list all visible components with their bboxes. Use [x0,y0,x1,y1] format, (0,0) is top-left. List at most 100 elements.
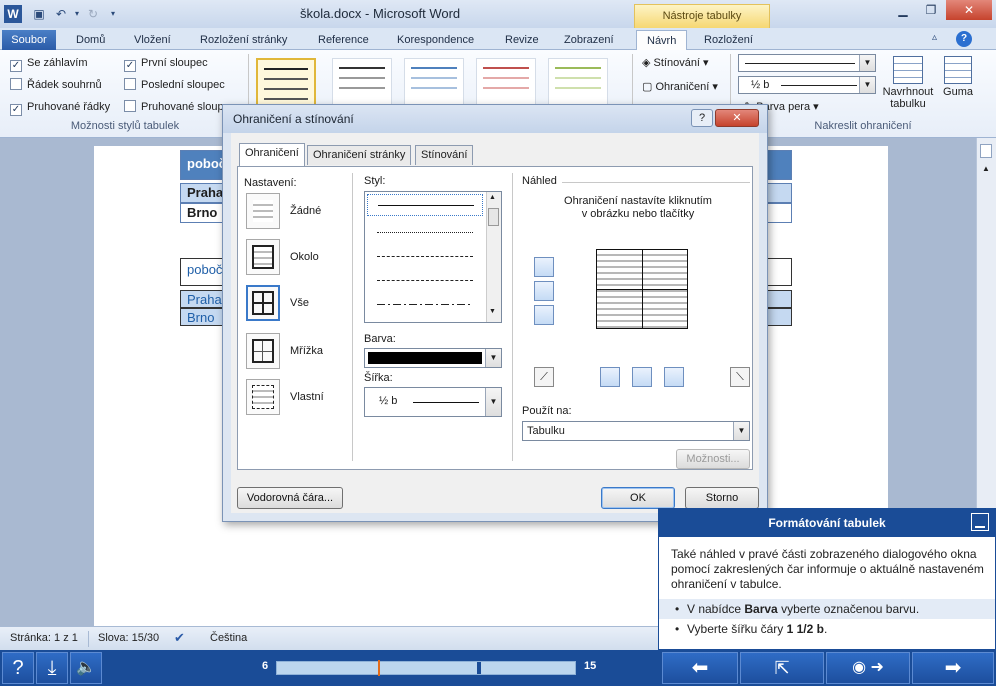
scroll-thumb[interactable] [488,208,499,226]
proofing-icon[interactable]: ✔ [174,630,185,646]
scroll-up-icon[interactable]: ▲ [489,194,496,201]
tab-references[interactable]: Reference [308,30,379,50]
ruler-toggle-icon[interactable] [980,144,992,158]
scroll-down-icon[interactable]: ▼ [489,308,496,315]
redo-icon[interactable]: ↻ [84,5,102,23]
line-style-option[interactable] [377,256,473,257]
checkbox-last-column[interactable]: Poslední sloupec [124,76,239,94]
checkbox-first-column[interactable]: ✓ První sloupec [124,54,239,72]
color-combo[interactable]: ▼ [364,348,502,368]
setting-box-box[interactable] [246,239,280,275]
line-style-list[interactable]: ▲ ▼ [364,191,502,323]
word-app-icon[interactable]: W [4,5,22,23]
ribbon-collapse-icon[interactable]: ▵ [932,32,937,43]
options-button[interactable]: Možnosti... [676,449,750,469]
setting-all-label[interactable]: Vše [290,297,309,309]
diagonal-down-border-icon[interactable]: ⟍ [730,367,750,387]
progress-bar[interactable] [276,660,576,676]
help-icon[interactable]: ? [956,31,972,47]
setting-box-label[interactable]: Okolo [290,251,319,263]
line-style-option[interactable] [377,304,473,305]
table-style-thumb-blue[interactable] [404,58,464,106]
style-list-scrollbar[interactable]: ▲ ▼ [486,192,501,322]
setting-grid-label[interactable]: Mřížka [290,345,323,357]
borders-button[interactable]: ▢ Ohraničení ▾ [642,80,718,93]
status-separator [88,631,89,647]
checkbox-banded-rows[interactable]: ✓ Pruhované řádky [10,98,125,116]
setting-custom-label[interactable]: Vlastní [290,391,324,403]
help-question-icon[interactable]: ? [2,652,34,684]
panel-separator [512,173,513,461]
progress-marker[interactable] [378,660,380,676]
pen-weight-combo[interactable]: ½ b ▼ [738,76,876,94]
shading-button[interactable]: ◈ Stínování ▾ [642,56,709,69]
setting-all-box[interactable] [246,285,280,321]
minimize-icon[interactable]: ▁ [888,0,918,20]
cancel-button[interactable]: Storno [685,487,759,509]
dialog-tab-page-border[interactable]: Ohraničení stránky [307,145,412,165]
line-style-option[interactable] [377,232,473,233]
color-label: Barva: [364,333,396,345]
setting-custom-box[interactable] [246,379,280,415]
close-icon[interactable]: ✕ [946,0,992,20]
download-icon[interactable]: ⤓ [36,652,68,684]
right-border-icon[interactable] [664,367,684,387]
setting-grid-box[interactable] [246,333,280,369]
dialog-tab-borders[interactable]: Ohraničení [239,143,305,166]
line-style-option[interactable] [377,280,473,281]
status-words[interactable]: Slova: 15/30 [98,632,159,644]
scroll-up-icon[interactable]: ▲ [980,164,992,176]
tab-home[interactable]: Domů [66,30,115,50]
line-style-option-selected[interactable] [367,194,483,216]
help-panel: Formátování tabulek Také náhled v pravé … [658,508,996,650]
diagonal-up-border-icon[interactable]: ⟋ [534,367,554,387]
dialog-close-icon[interactable]: ✕ [715,109,759,127]
tab-design[interactable]: Návrh [636,30,688,51]
bottom-border-icon[interactable] [534,305,554,325]
tab-review[interactable]: Revize [495,30,549,50]
tab-mailings[interactable]: Korespondence [387,30,484,50]
save-icon[interactable]: ▣ [30,5,48,23]
next-arrow-icon[interactable]: ➡ [912,652,994,684]
restore-icon[interactable]: ❐ [916,0,946,20]
table-style-thumb-green[interactable] [548,58,608,106]
status-page[interactable]: Stránka: 1 z 1 [10,632,78,644]
sound-icon[interactable]: 🔈 [70,652,102,684]
horizontal-line-button[interactable]: Vodorovná čára... [237,487,343,509]
eraser-button[interactable]: Guma [938,56,978,98]
table-style-thumb-dark[interactable] [332,58,392,106]
pen-style-combo[interactable]: ▼ [738,54,876,72]
left-border-icon[interactable] [600,367,620,387]
apply-to-combo[interactable]: Tabulku ▼ [522,421,750,441]
tab-file[interactable]: Soubor [2,30,56,50]
setting-none-label[interactable]: Žádné [290,205,321,217]
tab-view[interactable]: Zobrazení [554,30,624,50]
tab-layout[interactable]: Rozložení [694,30,763,50]
show-next-icon[interactable]: ◉ ➜ [826,652,910,684]
tab-insert[interactable]: Vložení [124,30,181,50]
inside-horizontal-border-icon[interactable] [534,281,554,301]
checkbox-total-row[interactable]: Řádek souhrnů [10,76,125,94]
setting-none-box[interactable] [246,193,280,229]
help-minimize-icon[interactable] [971,513,989,531]
dropdown-arrow-icon: ▾ [709,81,718,93]
help-panel-title: Formátování tabulek [659,509,995,537]
checkbox-icon [124,78,136,90]
progress-start: 6 [262,660,269,672]
dialog-tab-shading[interactable]: Stínování [415,145,474,165]
customize-toolbar-icon[interactable]: ▾ [104,5,122,23]
dialog-help-icon[interactable]: ? [691,109,713,127]
status-language[interactable]: Čeština [210,632,247,644]
tab-page-layout[interactable]: Rozložení stránky [190,30,297,50]
inside-vertical-border-icon[interactable] [632,367,652,387]
draw-table-button[interactable]: Navrhnout tabulku [878,56,938,110]
ok-button[interactable]: OK [601,487,675,509]
checkbox-header-row[interactable]: ✓ Se záhlavím [10,54,125,72]
previous-arrow-icon[interactable]: ⬅ [662,652,738,684]
top-border-icon[interactable] [534,257,554,277]
width-combo[interactable]: ½ b ▼ [364,387,502,417]
table-style-thumb-red[interactable] [476,58,536,106]
border-preview[interactable] [596,249,688,329]
table-style-thumb-selected[interactable] [256,58,316,106]
pointer-icon[interactable]: ⇱ [740,652,824,684]
